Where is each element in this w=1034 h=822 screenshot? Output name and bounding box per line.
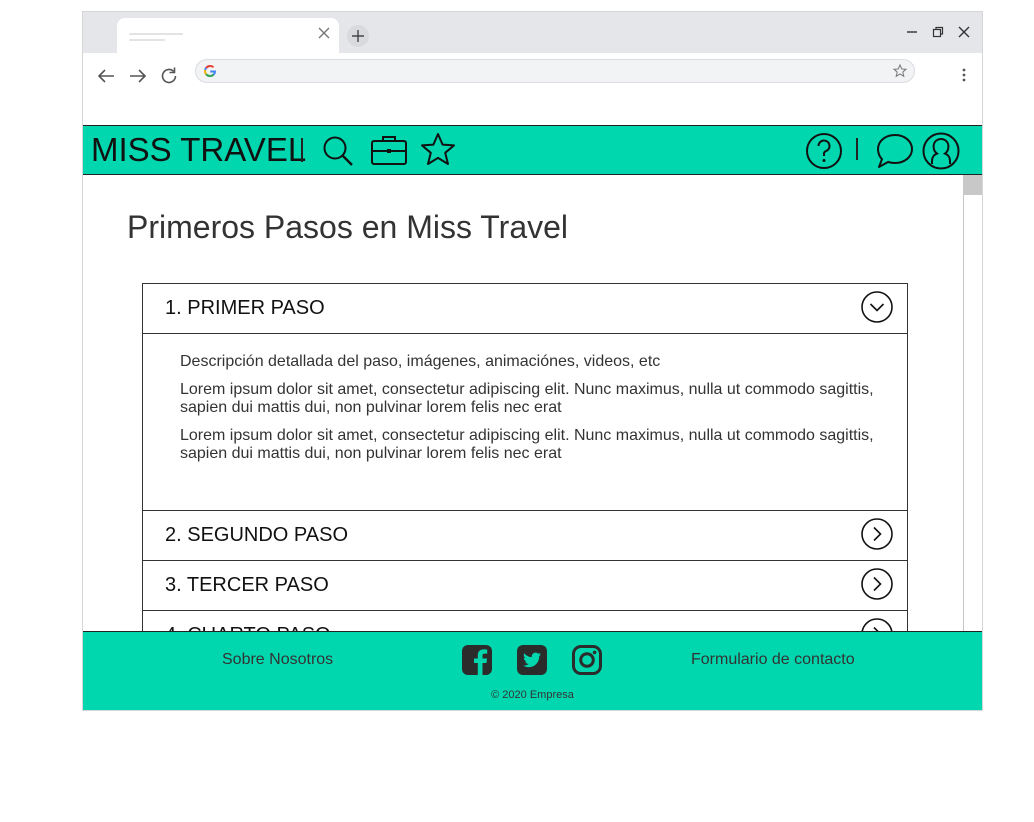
bookmark-star-icon[interactable] — [892, 63, 908, 79]
star-icon[interactable] — [419, 132, 457, 168]
accordion-step-3[interactable]: 3. TERCER PASO — [142, 560, 908, 611]
tab-title-placeholder — [129, 33, 183, 35]
chevron-right-icon[interactable] — [861, 568, 893, 600]
new-tab-button[interactable] — [347, 25, 369, 47]
google-icon — [204, 65, 217, 78]
chevron-right-icon[interactable] — [861, 518, 893, 550]
browser-toolbar — [83, 53, 982, 125]
accordion-header-label[interactable]: 2. SEGUNDO PASO — [165, 523, 348, 547]
accordion-step-1: 1. PRIMER PASO Descripción detallada del… — [142, 283, 908, 511]
step-paragraph: Lorem ipsum dolor sit amet, consectetur … — [180, 427, 874, 462]
chevron-down-icon[interactable] — [861, 291, 893, 323]
close-icon[interactable] — [956, 24, 972, 40]
scrollbar-thumb[interactable] — [963, 175, 982, 195]
accordion-body: Descripción detallada del paso, imágenes… — [143, 333, 907, 511]
plus-icon — [352, 30, 364, 42]
help-icon[interactable] — [805, 132, 843, 170]
header-divider — [856, 138, 858, 160]
back-icon[interactable] — [95, 65, 117, 87]
step-description: Descripción detallada del paso, imágenes… — [180, 353, 661, 370]
step-paragraph: Lorem ipsum dolor sit amet, consectetur … — [180, 381, 874, 416]
browser-window: MISS TRAVEL Primeros Pasos en Miss Trave… — [82, 11, 983, 711]
browser-tab[interactable] — [117, 18, 339, 53]
brand-logo[interactable]: MISS TRAVEL — [91, 130, 306, 170]
scrollbar-track[interactable] — [963, 175, 982, 631]
tab-strip — [83, 12, 982, 53]
user-icon[interactable] — [921, 131, 961, 171]
accordion-step-2[interactable]: 2. SEGUNDO PASO — [142, 510, 908, 561]
footer: Sobre Nosotros Formulario de contacto © … — [83, 631, 982, 710]
copyright: © 2020 Empresa — [491, 689, 574, 701]
tab-close-icon[interactable] — [317, 26, 331, 40]
accordion-header-label[interactable]: 1. PRIMER PASO — [165, 296, 325, 320]
accordion-header-label[interactable]: 3. TERCER PASO — [165, 573, 329, 597]
restore-icon[interactable] — [930, 24, 946, 40]
about-link[interactable]: Sobre Nosotros — [222, 650, 333, 670]
tab-title-placeholder — [129, 39, 165, 41]
contact-form-link[interactable]: Formulario de contacto — [691, 650, 855, 670]
main-content: Primeros Pasos en Miss Travel 1. PRIMER … — [83, 175, 963, 631]
accordion-step-4[interactable]: 4. CUARTO PASO — [142, 610, 908, 631]
search-icon[interactable] — [321, 134, 355, 168]
app-header: MISS TRAVEL — [83, 125, 982, 175]
browser-menu-icon[interactable] — [957, 67, 971, 83]
facebook-icon[interactable] — [461, 644, 493, 676]
accordion-header-label[interactable]: 4. CUARTO PASO — [165, 623, 331, 631]
address-bar[interactable] — [195, 59, 915, 83]
forward-icon[interactable] — [127, 65, 149, 87]
chat-icon[interactable] — [875, 132, 915, 170]
chevron-right-icon[interactable] — [861, 618, 893, 631]
reload-icon[interactable] — [158, 65, 180, 87]
minimize-icon[interactable] — [904, 24, 920, 40]
header-divider — [301, 138, 303, 162]
instagram-icon[interactable] — [571, 644, 603, 676]
briefcase-icon[interactable] — [370, 134, 408, 166]
page-title: Primeros Pasos en Miss Travel — [127, 209, 569, 245]
twitter-icon[interactable] — [516, 644, 548, 676]
